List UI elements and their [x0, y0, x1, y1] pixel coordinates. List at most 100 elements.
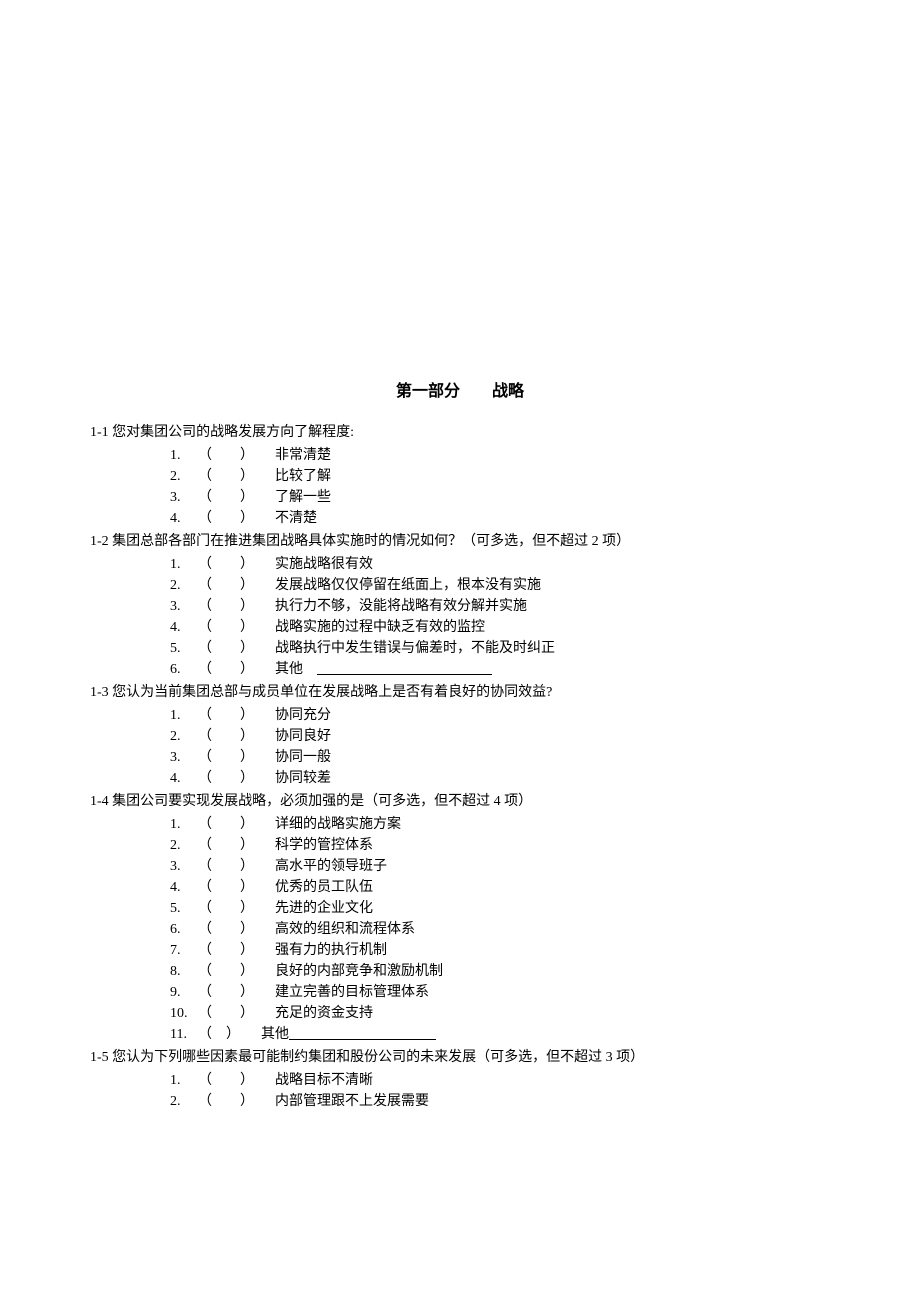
- option-label: 协同较差: [275, 771, 331, 786]
- question-title: 1-5 您认为下列哪些因素最可能制约集团和股份公司的未来发展（可多选，但不超过 …: [90, 1047, 830, 1068]
- option-checkbox[interactable]: （ ）: [198, 919, 275, 940]
- option-number: 1.: [170, 814, 198, 835]
- option-checkbox[interactable]: （ ）: [198, 1003, 275, 1024]
- option-number: 4.: [170, 617, 198, 638]
- option: 1.（ ） 详细的战略实施方案: [90, 814, 830, 835]
- option-label: 实施战略很有效: [275, 557, 373, 572]
- option-number: 1.: [170, 554, 198, 575]
- question-1-3: 1-3 您认为当前集团总部与成员单位在发展战略上是否有着良好的协同效益?1.（ …: [90, 682, 830, 789]
- question-title: 1-2 集团总部各部门在推进集团战略具体实施时的情况如何？（可多选，但不超过 2…: [90, 531, 830, 552]
- option-checkbox[interactable]: （ ）: [198, 575, 275, 596]
- option-label: 充足的资金支持: [275, 1006, 373, 1021]
- questions-container: 1-1 您对集团公司的战略发展方向了解程度:1.（ ） 非常清楚2.（ ） 比较…: [90, 422, 830, 1112]
- option-checkbox[interactable]: （ ）: [198, 982, 275, 1003]
- question-1-5: 1-5 您认为下列哪些因素最可能制约集团和股份公司的未来发展（可多选，但不超过 …: [90, 1047, 830, 1112]
- option-checkbox[interactable]: （ ）: [198, 1070, 275, 1091]
- question-1-2: 1-2 集团总部各部门在推进集团战略具体实施时的情况如何？（可多选，但不超过 2…: [90, 531, 830, 680]
- option: 1.（ ） 非常清楚: [90, 445, 830, 466]
- option: 4.（ ） 优秀的员工队伍: [90, 877, 830, 898]
- option-label: 战略实施的过程中缺乏有效的监控: [275, 620, 485, 635]
- option: 3.（ ） 执行力不够，没能将战略有效分解并实施: [90, 596, 830, 617]
- option-label: 优秀的员工队伍: [275, 880, 373, 895]
- option-checkbox[interactable]: （ ）: [198, 487, 275, 508]
- option-checkbox[interactable]: （ ）: [198, 961, 275, 982]
- option-number: 4.: [170, 508, 198, 529]
- option-number: 4.: [170, 877, 198, 898]
- option: 1.（ ） 协同充分: [90, 705, 830, 726]
- option-label: 比较了解: [275, 469, 331, 484]
- option: 2.（ ） 科学的管控体系: [90, 835, 830, 856]
- option-checkbox[interactable]: （ ）: [198, 898, 275, 919]
- option-number: 4.: [170, 768, 198, 789]
- option-checkbox[interactable]: （ ）: [198, 768, 275, 789]
- option: 3.（ ） 高水平的领导班子: [90, 856, 830, 877]
- option: 4.（ ） 战略实施的过程中缺乏有效的监控: [90, 617, 830, 638]
- option-checkbox[interactable]: （ ）: [198, 726, 275, 747]
- option-label: 发展战略仅仅停留在纸面上，根本没有实施: [275, 578, 541, 593]
- option-number: 2.: [170, 466, 198, 487]
- option: 6.（ ） 其他: [90, 659, 830, 680]
- option-checkbox[interactable]: （ ）: [198, 747, 275, 768]
- option-label: 其他: [261, 1027, 289, 1042]
- option-label: 先进的企业文化: [275, 901, 373, 916]
- option-number: 8.: [170, 961, 198, 982]
- fill-blank[interactable]: [317, 659, 492, 680]
- option-checkbox[interactable]: （ ）: [198, 508, 275, 529]
- option-number: 3.: [170, 487, 198, 508]
- option: 1.（ ） 实施战略很有效: [90, 554, 830, 575]
- question-1-4: 1-4 集团公司要实现发展战略，必须加强的是（可多选，但不超过 4 项）1.（ …: [90, 791, 830, 1045]
- option-checkbox[interactable]: （ ）: [198, 466, 275, 487]
- option-number: 1.: [170, 705, 198, 726]
- option-checkbox[interactable]: （ ）: [198, 1091, 275, 1112]
- option-label: 不清楚: [275, 511, 317, 526]
- option-checkbox[interactable]: （ ）: [198, 554, 275, 575]
- option: 9.（ ） 建立完善的目标管理体系: [90, 982, 830, 1003]
- option: 2.（ ） 比较了解: [90, 466, 830, 487]
- option: 5.（ ） 先进的企业文化: [90, 898, 830, 919]
- option: 3.（ ） 协同一般: [90, 747, 830, 768]
- option-checkbox[interactable]: （ ）: [198, 877, 275, 898]
- option-checkbox[interactable]: （ ）: [198, 445, 275, 466]
- question-title: 1-4 集团公司要实现发展战略，必须加强的是（可多选，但不超过 4 项）: [90, 791, 830, 812]
- option-number: 1.: [170, 445, 198, 466]
- option-number: 2.: [170, 1091, 198, 1112]
- option: 1.（ ） 战略目标不清晰: [90, 1070, 830, 1091]
- question-title: 1-1 您对集团公司的战略发展方向了解程度:: [90, 422, 830, 443]
- option-label: 详细的战略实施方案: [275, 817, 401, 832]
- option: 3.（ ） 了解一些: [90, 487, 830, 508]
- option-label: 战略目标不清晰: [275, 1073, 373, 1088]
- option-checkbox[interactable]: （ ）: [198, 814, 275, 835]
- section-header: 第一部分 战略: [90, 380, 830, 404]
- option-label: 其他: [275, 662, 317, 677]
- option-label: 高水平的领导班子: [275, 859, 387, 874]
- option: 5.（ ） 战略执行中发生错误与偏差时，不能及时纠正: [90, 638, 830, 659]
- option-number: 9.: [170, 982, 198, 1003]
- option: 7.（ ） 强有力的执行机制: [90, 940, 830, 961]
- fill-blank[interactable]: [289, 1024, 436, 1045]
- option-label: 内部管理跟不上发展需要: [275, 1094, 429, 1109]
- option-number: 1.: [170, 1070, 198, 1091]
- question-title: 1-3 您认为当前集团总部与成员单位在发展战略上是否有着良好的协同效益?: [90, 682, 830, 703]
- option-checkbox[interactable]: （ ）: [198, 940, 275, 961]
- option-checkbox[interactable]: （ ）: [198, 1024, 261, 1045]
- option-label: 执行力不够，没能将战略有效分解并实施: [275, 599, 527, 614]
- option-checkbox[interactable]: （ ）: [198, 835, 275, 856]
- option-checkbox[interactable]: （ ）: [198, 638, 275, 659]
- option-number: 2.: [170, 575, 198, 596]
- option-checkbox[interactable]: （ ）: [198, 856, 275, 877]
- option: 8.（ ） 良好的内部竞争和激励机制: [90, 961, 830, 982]
- option-label: 强有力的执行机制: [275, 943, 387, 958]
- option-checkbox[interactable]: （ ）: [198, 617, 275, 638]
- option-number: 3.: [170, 747, 198, 768]
- option-number: 7.: [170, 940, 198, 961]
- option: 2.（ ） 发展战略仅仅停留在纸面上，根本没有实施: [90, 575, 830, 596]
- option-checkbox[interactable]: （ ）: [198, 705, 275, 726]
- option-checkbox[interactable]: （ ）: [198, 659, 275, 680]
- option-number: 6.: [170, 659, 198, 680]
- question-1-1: 1-1 您对集团公司的战略发展方向了解程度:1.（ ） 非常清楚2.（ ） 比较…: [90, 422, 830, 529]
- option: 2.（ ） 协同良好: [90, 726, 830, 747]
- option-label: 协同一般: [275, 750, 331, 765]
- option-number: 3.: [170, 596, 198, 617]
- option-checkbox[interactable]: （ ）: [198, 596, 275, 617]
- option-label: 建立完善的目标管理体系: [275, 985, 429, 1000]
